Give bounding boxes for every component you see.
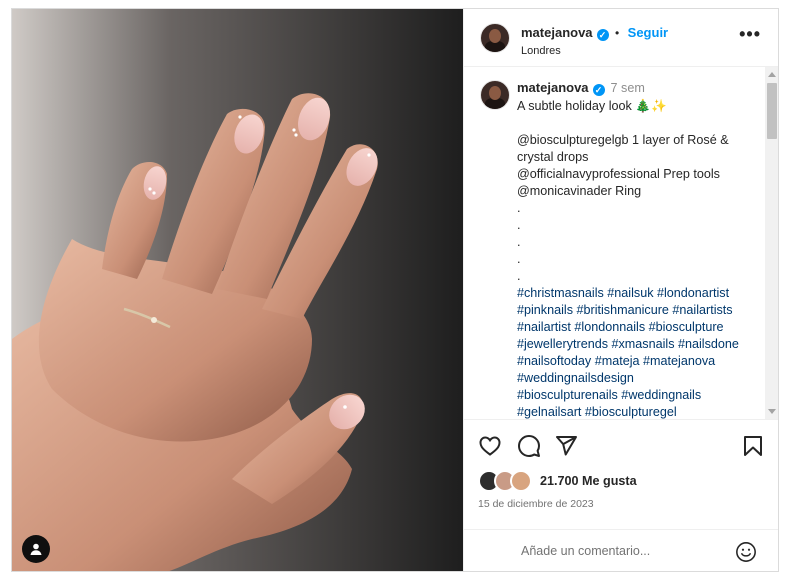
emoji-button[interactable] — [735, 541, 757, 568]
scroll-up-arrow[interactable] — [768, 72, 776, 77]
caption-line: . — [517, 252, 521, 266]
caption-hashtag-line[interactable]: #nailsoftoday #mateja #matejanova — [517, 353, 757, 370]
author-username[interactable]: matejanova — [521, 25, 593, 40]
send-icon — [556, 436, 577, 456]
caption-line: . — [517, 201, 521, 215]
comments-section[interactable]: matejanova ✓ 7 sem A subtle holiday look 🎄… — [464, 67, 778, 419]
tagged-users-button[interactable] — [22, 535, 50, 563]
caption-line: crystal drops — [517, 150, 589, 164]
caption-line — [517, 115, 757, 132]
comment-input[interactable]: Añade un comentario... — [521, 544, 650, 558]
like-button[interactable] — [478, 434, 502, 463]
caption-line: A subtle holiday look 🎄✨ — [517, 99, 667, 113]
user-icon — [30, 543, 42, 555]
scrollbar-thumb[interactable] — [767, 83, 777, 139]
caption-hashtag-line[interactable]: #pinknails #britishmanicure #nailartists — [517, 302, 757, 319]
caption-author-username[interactable]: matejanova — [517, 80, 589, 95]
post-details-panel: matejanova ✓ • Seguir Londres ••• matejan… — [463, 9, 778, 571]
follow-button[interactable]: Seguir — [628, 25, 668, 40]
emoji-icon — [736, 542, 756, 562]
comment-button[interactable] — [517, 434, 541, 463]
caption-author-avatar[interactable] — [480, 80, 510, 110]
caption-line: @officialnavyprofessional Prep tools — [517, 167, 720, 181]
likes-summary[interactable]: 21.700 Me gusta — [478, 470, 637, 492]
caption: matejanova ✓ 7 sem A subtle holiday look 🎄… — [517, 79, 757, 419]
heart-icon — [479, 436, 501, 456]
liker-avatar — [510, 470, 532, 492]
caption-text: A subtle holiday look 🎄✨ @biosculpturege… — [517, 98, 757, 419]
separator-dot: • — [615, 26, 620, 40]
post-date[interactable]: 15 de diciembre de 2023 — [478, 498, 594, 510]
caption-line: @monicavinader Ring — [517, 184, 642, 198]
action-bar: 21.700 Me gusta 15 de diciembre de 2023 — [464, 419, 778, 529]
caption-hashtag-line[interactable]: #weddingnailsdesign — [517, 370, 757, 387]
post-modal: matejanova ✓ • Seguir Londres ••• matejan… — [11, 8, 779, 572]
hand-photo — [12, 9, 463, 571]
caption-hashtag-line[interactable]: #nailartist #londonnails #biosculpture — [517, 319, 757, 336]
caption-hashtag-line[interactable]: #biosculpturenails #weddingnails — [517, 387, 757, 404]
scroll-down-arrow[interactable] — [768, 409, 776, 414]
share-button[interactable] — [554, 434, 578, 463]
comments-scrollbar[interactable] — [765, 67, 778, 419]
likes-count[interactable]: 21.700 Me gusta — [540, 474, 637, 488]
add-comment-bar: Añade un comentario... — [464, 529, 778, 571]
comment-icon — [518, 435, 540, 457]
caption-hashtag-line[interactable]: #christmasnails #nailsuk #londonartist — [517, 285, 757, 302]
caption-line: @biosculpturegelgb 1 layer of Rosé & — [517, 133, 729, 147]
save-button[interactable] — [741, 434, 765, 463]
caption-line: . — [517, 218, 521, 232]
verified-icon: ✓ — [596, 29, 609, 41]
caption-line: . — [517, 269, 521, 283]
caption-hashtag-line[interactable]: #jewellerytrends #xmasnails #nailsdone — [517, 336, 757, 353]
more-options-icon[interactable]: ••• — [739, 25, 761, 43]
post-header: matejanova ✓ • Seguir Londres ••• — [464, 9, 778, 67]
author-avatar[interactable] — [480, 23, 510, 53]
bookmark-icon — [744, 436, 762, 456]
verified-icon: ✓ — [592, 84, 605, 96]
caption-hashtag-line[interactable]: #gelnailsart #biosculpturegel — [517, 404, 757, 419]
post-location[interactable]: Londres — [521, 45, 668, 57]
post-image[interactable] — [12, 9, 463, 571]
caption-time[interactable]: 7 sem — [611, 81, 645, 95]
caption-line: . — [517, 235, 521, 249]
